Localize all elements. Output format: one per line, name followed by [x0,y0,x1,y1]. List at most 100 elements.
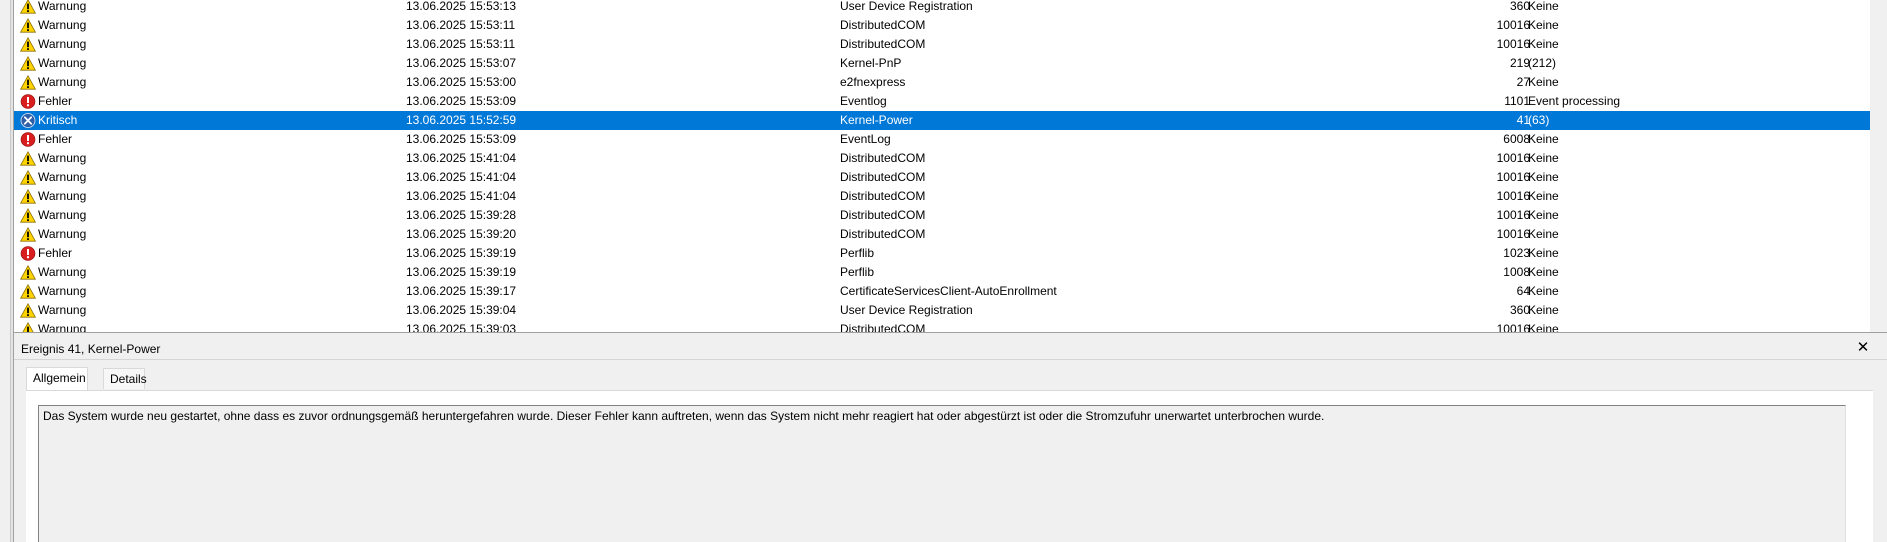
row-task-category: Keine [1528,132,1559,146]
row-task-category: Keine [1528,246,1559,260]
row-task-category: Keine [1528,37,1559,51]
table-row[interactable]: Warnung 13.06.2025 15:39:04 User Device Re… [14,301,1870,320]
row-level: Warnung [38,75,87,89]
row-level: Warnung [38,322,87,333]
row-task-category: Keine [1528,208,1559,222]
table-row[interactable]: Warnung 13.06.2025 15:41:04 DistributedCOM… [14,187,1870,206]
row-level: Warnung [38,56,87,70]
row-event-id: 10016 [1496,151,1530,165]
row-source: DistributedCOM [840,227,926,241]
table-row[interactable]: Warnung 13.06.2025 15:39:20 DistributedCOM… [14,225,1870,244]
row-task-category: Keine [1528,303,1559,317]
row-source: DistributedCOM [840,322,926,333]
warning-icon [20,208,36,223]
left-splitter[interactable] [0,0,14,542]
close-icon[interactable]: ✕ [1853,338,1873,358]
row-source: DistributedCOM [840,189,926,203]
row-level: Warnung [38,18,87,32]
warning-icon [20,37,36,52]
row-source: DistributedCOM [840,170,926,184]
row-event-id: 64 [1516,284,1530,298]
table-row[interactable]: Fehler 13.06.2025 15:53:09 Eventlog 1101 Eve… [14,92,1870,111]
table-row[interactable]: Warnung 13.06.2025 15:53:00 e2fnexpress 27 K… [14,73,1870,92]
detail-header: Ereignis 41, Kernel-Power [14,338,1887,360]
error-icon [20,132,36,147]
row-level: Warnung [38,303,87,317]
row-event-id: 6008 [1503,132,1530,146]
row-event-id: 1008 [1503,265,1530,279]
table-row[interactable]: Fehler 13.06.2025 15:53:09 EventLog 6008 Kei… [14,130,1870,149]
row-level: Warnung [38,227,87,241]
row-level: Warnung [38,170,87,184]
warning-icon [20,227,36,242]
row-date: 13.06.2025 15:39:04 [406,303,517,317]
event-list[interactable]: Warnung 13.06.2025 15:53:13 User Device Re… [14,0,1887,333]
tab-details[interactable]: Details [103,368,147,389]
table-row[interactable]: Warnung 13.06.2025 15:39:19 Perflib 1008 Kei… [14,263,1870,282]
table-row[interactable]: Kritisch 13.06.2025 15:52:59 Kernel-Power 4… [14,111,1870,130]
row-source: User Device Registration [840,0,973,13]
warning-icon [20,265,36,280]
row-source: Kernel-Power [840,113,913,127]
row-date: 13.06.2025 15:53:09 [406,132,517,146]
warning-icon [20,189,36,204]
row-source: Eventlog [840,94,887,108]
row-task-category: Keine [1528,322,1559,333]
vertical-scrollbar[interactable] [1870,0,1887,332]
event-description[interactable]: Das System wurde neu gestartet, ohne das… [38,405,1846,542]
row-source: DistributedCOM [840,37,926,51]
table-row[interactable]: Warnung 13.06.2025 15:53:11 DistributedCOM… [14,16,1870,35]
row-level-icon [20,16,36,35]
table-row[interactable]: Warnung 13.06.2025 15:39:17 CertificateSer… [14,282,1870,301]
row-event-id: 10016 [1496,322,1530,333]
warning-icon [22,322,34,332]
splitter-grip [10,0,13,542]
table-row[interactable]: Warnung 13.06.2025 15:39:28 DistributedCOM… [14,206,1870,225]
row-level: Warnung [38,284,87,298]
table-row[interactable]: Warnung 13.06.2025 15:41:04 DistributedCOM… [14,168,1870,187]
row-level-icon [20,206,36,225]
row-level: Warnung [38,189,87,203]
row-date: 13.06.2025 15:39:19 [406,246,517,260]
row-level-icon [20,149,36,168]
row-source: Perflib [840,265,875,279]
warning-icon [20,303,36,318]
row-event-id: 10016 [1496,170,1530,184]
row-event-id: 10016 [1496,18,1530,32]
table-row[interactable]: Fehler 13.06.2025 15:39:19 Perflib 1023 Kein… [14,244,1870,263]
row-source: Perflib [840,246,875,260]
row-level-icon [20,0,36,16]
warning-icon [20,284,36,299]
table-row[interactable]: Warnung 13.06.2025 15:53:13 User Device Re… [14,0,1870,16]
row-task-category: Keine [1528,170,1559,184]
warning-icon [20,56,36,71]
row-task-category: Keine [1528,284,1559,298]
row-task-category: Event processing [1528,94,1621,108]
row-source: User Device Registration [840,303,973,317]
row-event-id: 27 [1516,75,1530,89]
error-icon [20,246,36,261]
table-row[interactable]: Warnung 13.06.2025 15:41:04 DistributedCOM… [14,149,1870,168]
row-date: 13.06.2025 15:41:04 [406,151,517,165]
row-date: 13.06.2025 15:53:09 [406,94,517,108]
row-level-icon [20,244,36,263]
row-level-icon [20,301,36,320]
row-date: 13.06.2025 15:53:11 [406,18,516,32]
tab-content-general: Das System wurde neu gestartet, ohne das… [26,390,1873,542]
table-row[interactable]: Warnung 13.06.2025 15:39:03 DistributedCOM… [14,320,1870,333]
row-date: 13.06.2025 15:41:04 [406,189,517,203]
row-date: 13.06.2025 15:39:20 [406,227,517,241]
table-row[interactable]: Warnung 13.06.2025 15:53:07 Kernel-PnP 219(… [14,54,1870,73]
row-source: DistributedCOM [840,208,926,222]
row-event-id: 10016 [1496,189,1530,203]
table-row[interactable]: Warnung 13.06.2025 15:53:11 DistributedCOM… [14,35,1870,54]
tab-allgemein[interactable]: Allgemein [26,367,88,390]
warning-icon [20,0,36,14]
row-level-icon [20,73,36,92]
row-level: Warnung [38,37,87,51]
row-level: Fehler [38,94,73,108]
row-date: 13.06.2025 15:41:04 [406,170,517,184]
row-level-icon [20,92,36,111]
row-level-icon [20,225,36,244]
row-task-category: (212) [1528,56,1557,70]
